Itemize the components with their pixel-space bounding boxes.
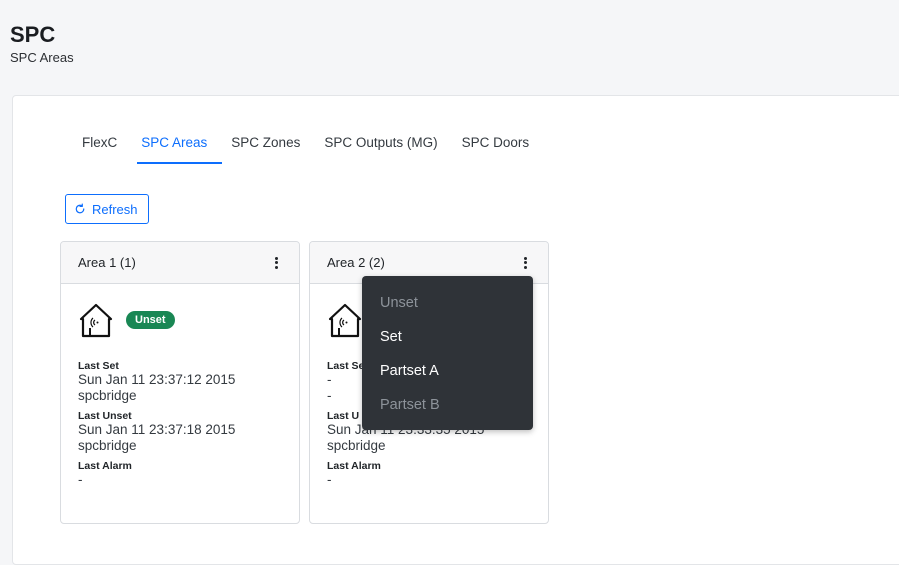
last-unset-user: spcbridge	[327, 438, 386, 453]
menu-item-unset[interactable]: Unset	[362, 286, 533, 320]
card-title: Area 1 (1)	[78, 255, 136, 270]
refresh-label: Refresh	[92, 201, 138, 217]
refresh-button[interactable]: Refresh	[65, 194, 149, 224]
area-card-1: Area 1 (1) Unset Last Set Sun Jan 11 23:…	[60, 241, 300, 524]
last-alarm-label: Last Alarm	[78, 460, 132, 472]
page-subtitle: SPC Areas	[10, 50, 74, 65]
card-header: Area 1 (1)	[61, 242, 299, 284]
last-unset-user: spcbridge	[78, 438, 137, 453]
page-title: SPC	[10, 22, 56, 47]
menu-item-partset-b[interactable]: Partset B	[362, 388, 533, 422]
last-alarm-value: -	[78, 472, 83, 487]
last-unset-label: Last Unset	[78, 410, 132, 422]
kebab-menu-icon[interactable]	[271, 255, 281, 271]
page-header: SPC SPC Areas	[10, 22, 74, 65]
tab-spc-doors[interactable]: SPC Doors	[450, 136, 542, 166]
house-wifi-icon	[328, 303, 362, 338]
menu-item-set[interactable]: Set	[362, 320, 533, 354]
house-wifi-icon	[79, 303, 113, 338]
card-title: Area 2 (2)	[327, 255, 385, 270]
tab-spc-areas[interactable]: SPC Areas	[129, 136, 223, 166]
tab-spc-outputs[interactable]: SPC Outputs (MG)	[312, 136, 449, 166]
menu-item-partset-a[interactable]: Partset A	[362, 354, 533, 388]
status-badge: Unset	[126, 311, 175, 329]
last-alarm-label: Last Alarm	[327, 460, 381, 472]
refresh-icon	[75, 203, 85, 214]
last-set-time: Sun Jan 11 23:37:12 2015	[78, 372, 236, 387]
last-set-user: spcbridge	[78, 388, 137, 403]
card-body: Unset Last Set Sun Jan 11 23:37:12 2015 …	[61, 284, 299, 504]
area-action-dropdown: Unset Set Partset A Partset B	[362, 276, 533, 430]
tab-flexc[interactable]: FlexC	[65, 136, 129, 166]
tab-spc-zones[interactable]: SPC Zones	[219, 136, 312, 166]
kebab-menu-icon[interactable]	[520, 255, 530, 271]
last-alarm-value: -	[327, 472, 332, 487]
last-unset-time: Sun Jan 11 23:37:18 2015	[78, 422, 236, 437]
last-set-label: Last Set	[78, 360, 119, 372]
tab-bar: FlexC SPC Areas SPC Zones SPC Outputs (M…	[65, 136, 541, 168]
